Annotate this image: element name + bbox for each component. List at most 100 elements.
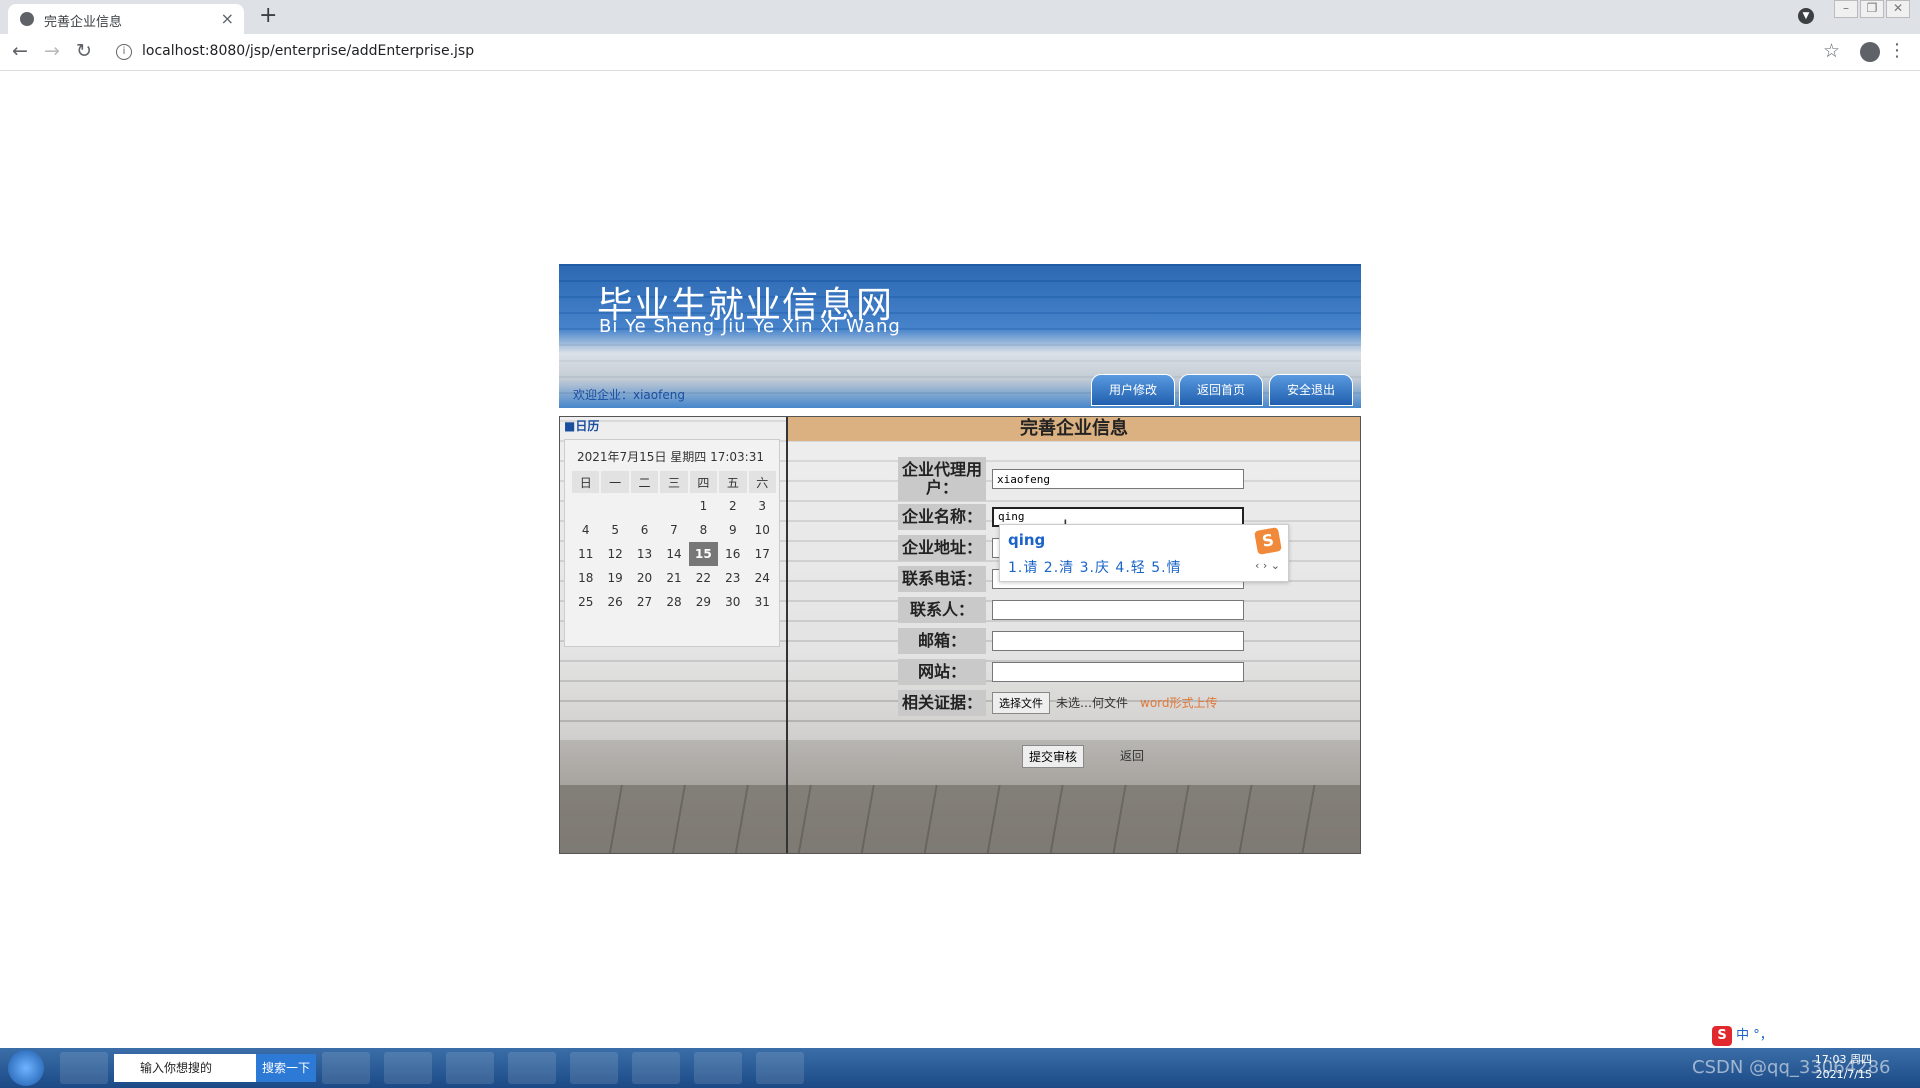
site-banner: 毕业生就业信息网 Bi Ye Sheng Jiu Ye Xin Xi Wang …: [559, 264, 1361, 408]
file-explorer-icon[interactable]: [570, 1052, 618, 1084]
app-icon[interactable]: [508, 1052, 556, 1084]
calendar-day[interactable]: [571, 494, 600, 518]
calendar-weekday: 五: [719, 471, 747, 493]
browser-tab[interactable]: 完善企业信息 ×: [8, 4, 244, 34]
calendar-day[interactable]: 26: [600, 590, 629, 614]
site-info-icon[interactable]: i: [116, 44, 132, 60]
calendar-day[interactable]: 23: [718, 566, 747, 590]
maximize-icon[interactable]: ❐: [1860, 0, 1884, 18]
calendar-day[interactable]: [659, 494, 688, 518]
back-link[interactable]: 返回: [1120, 747, 1144, 764]
forward-icon[interactable]: →: [44, 40, 60, 62]
calendar-day[interactable]: 17: [748, 542, 777, 566]
calendar-day[interactable]: 8: [689, 518, 718, 542]
close-tab-icon[interactable]: ×: [221, 9, 234, 28]
minimize-icon[interactable]: –: [1834, 0, 1858, 18]
calendar-widget: 2021年7月15日 星期四 17:03:31 日一二三四五六123456789…: [564, 439, 780, 647]
calendar-day[interactable]: 20: [630, 566, 659, 590]
sogou-tray-icon[interactable]: S: [1712, 1026, 1732, 1046]
calendar-day[interactable]: 4: [571, 518, 600, 542]
nav-logout[interactable]: 安全退出: [1269, 374, 1353, 406]
calendar-day[interactable]: 16: [718, 542, 747, 566]
agent-user-input[interactable]: [992, 469, 1244, 489]
chrome-icon[interactable]: [632, 1052, 680, 1084]
nav-home[interactable]: 返回首页: [1179, 374, 1263, 406]
email-input[interactable]: [992, 630, 1244, 651]
tab-search-icon[interactable]: ▼: [1798, 8, 1814, 24]
tab-title: 完善企业信息: [44, 15, 123, 30]
calendar-day[interactable]: 29: [689, 590, 718, 614]
calendar-weekday: 六: [748, 471, 776, 493]
tool-icon[interactable]: [756, 1052, 804, 1084]
profile-icon[interactable]: [1860, 42, 1880, 62]
taskbar: 输入你想搜的 搜索一下 17:03 周四 2021/7/15: [0, 1048, 1920, 1088]
calendar-week-row: 25 26 27 28 29 30 31: [571, 590, 777, 614]
calendar-panel: ■日历 2021年7月15日 星期四 17:03:31 日一二三四五六12345…: [560, 417, 788, 853]
close-window-icon[interactable]: ✕: [1886, 0, 1910, 18]
calendar-day[interactable]: 22: [689, 566, 718, 590]
website-input[interactable]: [992, 661, 1244, 682]
nav-user-edit[interactable]: 用户修改: [1091, 374, 1175, 406]
bookmark-star-icon[interactable]: ☆: [1823, 40, 1840, 62]
calendar-day[interactable]: 30: [718, 590, 747, 614]
calendar-weekday: 三: [660, 471, 688, 493]
new-tab-icon[interactable]: +: [259, 3, 277, 28]
calendar-day[interactable]: 12: [600, 542, 629, 566]
address-bar: ← → ↻ i localhost:8080/jsp/enterprise/ad…: [0, 34, 1920, 71]
calendar-day[interactable]: 19: [600, 566, 629, 590]
taskbar-search-button[interactable]: 搜索一下: [256, 1054, 316, 1082]
calendar-day[interactable]: 31: [748, 590, 777, 614]
calendar-day[interactable]: 7: [659, 518, 688, 542]
form-row-contact: 联系人：: [898, 594, 1248, 625]
folder-icon[interactable]: [694, 1052, 742, 1084]
calendar-day[interactable]: 13: [630, 542, 659, 566]
calendar-day[interactable]: 14: [659, 542, 688, 566]
calendar-day[interactable]: 5: [600, 518, 629, 542]
start-button-icon[interactable]: [8, 1050, 44, 1086]
firefox-icon[interactable]: [384, 1052, 432, 1084]
calendar-day[interactable]: 11: [571, 542, 600, 566]
calendar-day[interactable]: 6: [630, 518, 659, 542]
calendar-day[interactable]: 15: [688, 542, 719, 566]
ime-candidates[interactable]: 1.请 2.清 3.庆 4.轻 5.情: [1008, 557, 1182, 577]
form-row-evidence: 相关证据： 选择文件 未选…何文件 word形式上传: [898, 687, 1248, 718]
back-icon[interactable]: ←: [12, 40, 28, 62]
calendar-day[interactable]: 28: [659, 590, 688, 614]
ime-page-arrows-icon[interactable]: ‹ › ⌄: [1255, 559, 1280, 572]
enterprise-form: 企业代理用户： 企业名称： 企业地址： 联系电话： 联系人：: [898, 457, 1248, 718]
taskbar-search-input[interactable]: 输入你想搜的: [114, 1054, 256, 1082]
calendar-day[interactable]: 2: [718, 494, 747, 518]
calendar-day[interactable]: 24: [748, 566, 777, 590]
globe-icon: [20, 12, 34, 26]
submit-review-button[interactable]: 提交审核: [1022, 745, 1085, 768]
calendar-day[interactable]: [600, 494, 629, 518]
calendar-weekday: 日: [572, 471, 600, 493]
calendar-day[interactable]: 27: [630, 590, 659, 614]
calendar-day[interactable]: 10: [748, 518, 777, 542]
calendar-day[interactable]: 21: [659, 566, 688, 590]
choose-file-button[interactable]: 选择文件: [992, 691, 1050, 714]
app-launcher-icon[interactable]: [60, 1052, 108, 1084]
welcome-text: 欢迎企业：xiaofeng: [573, 388, 685, 402]
wechat-icon[interactable]: [446, 1052, 494, 1084]
calendar-weekday: 一: [601, 471, 629, 493]
calendar-day[interactable]: 18: [571, 566, 600, 590]
calendar-day[interactable]: 3: [748, 494, 777, 518]
form-row-email: 邮箱：: [898, 625, 1248, 656]
ime-pinyin: qing: [1008, 531, 1046, 549]
contact-input[interactable]: [992, 599, 1244, 620]
phone-label: 联系电话：: [898, 565, 986, 592]
calendar-day[interactable]: [630, 494, 659, 518]
url-field[interactable]: localhost:8080/jsp/enterprise/addEnterpr…: [142, 43, 474, 59]
calendar-day[interactable]: 9: [718, 518, 747, 542]
ime-mode-indicator[interactable]: 中 °，: [1736, 1028, 1773, 1043]
form-row-agent: 企业代理用户：: [898, 457, 1248, 501]
reload-icon[interactable]: ↻: [76, 40, 92, 62]
calendar-day[interactable]: 25: [571, 590, 600, 614]
calendar-week-row: 11 12 13 14 15 16 17: [571, 542, 777, 566]
form-title: 完善企业信息: [788, 417, 1360, 441]
calendar-day[interactable]: 1: [689, 494, 718, 518]
browser-menu-icon[interactable]: ⋮: [1888, 40, 1906, 61]
form-panel: 完善企业信息 企业代理用户： 企业名称： 企业地址： 联系电话：: [788, 417, 1360, 853]
intellij-icon[interactable]: [322, 1052, 370, 1084]
